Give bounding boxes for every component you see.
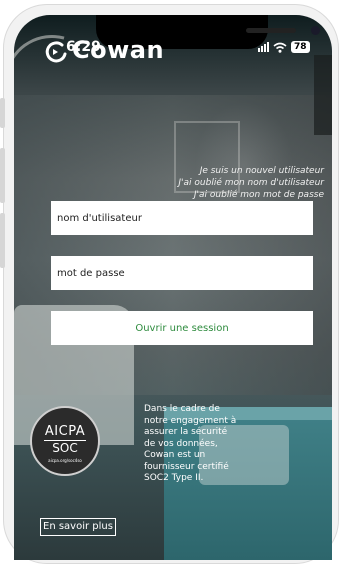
front-camera	[311, 26, 320, 35]
password-field[interactable]: mot de passe	[51, 256, 313, 290]
battery-icon: 78	[291, 41, 310, 53]
learn-more-button[interactable]: En savoir plus	[40, 518, 116, 536]
wifi-icon	[273, 42, 287, 53]
aicpa-soc-badge: AICPA SOC aicpa.org/soc4so	[30, 406, 100, 476]
badge-aicpa-text: AICPA	[44, 424, 86, 439]
account-links: Je suis un nouvel utilisateur J'ai oubli…	[178, 165, 324, 201]
app-screen: Cowan 6:29 78 Je suis un nouvel utilisat…	[14, 15, 332, 560]
username-placeholder: nom d'utilisateur	[57, 212, 142, 224]
signal-icon	[258, 42, 269, 52]
background-shelf	[314, 55, 332, 135]
forgot-username-link[interactable]: J'ai oublié mon nom d'utilisateur	[178, 177, 324, 189]
volume-down-button	[0, 213, 5, 268]
badge-url-text: aicpa.org/soc4so	[48, 458, 82, 463]
volume-up-button	[0, 148, 5, 203]
speaker-grill	[246, 28, 296, 33]
status-icons: 78	[258, 41, 310, 53]
password-placeholder: mot de passe	[57, 267, 125, 279]
badge-soc-text: SOC	[52, 441, 78, 455]
soc-description: Dans le cadre de notre engagement à assu…	[144, 404, 237, 483]
cowan-logo-icon	[45, 41, 67, 63]
forgot-password-link[interactable]: J'ai oublié mon mot de passe	[178, 189, 324, 201]
sign-in-button[interactable]: Ouvrir une session	[51, 311, 313, 345]
mute-switch	[0, 98, 5, 128]
new-user-link[interactable]: Je suis un nouvel utilisateur	[178, 165, 324, 177]
username-field[interactable]: nom d'utilisateur	[51, 201, 313, 235]
status-time: 6:29	[66, 39, 101, 55]
